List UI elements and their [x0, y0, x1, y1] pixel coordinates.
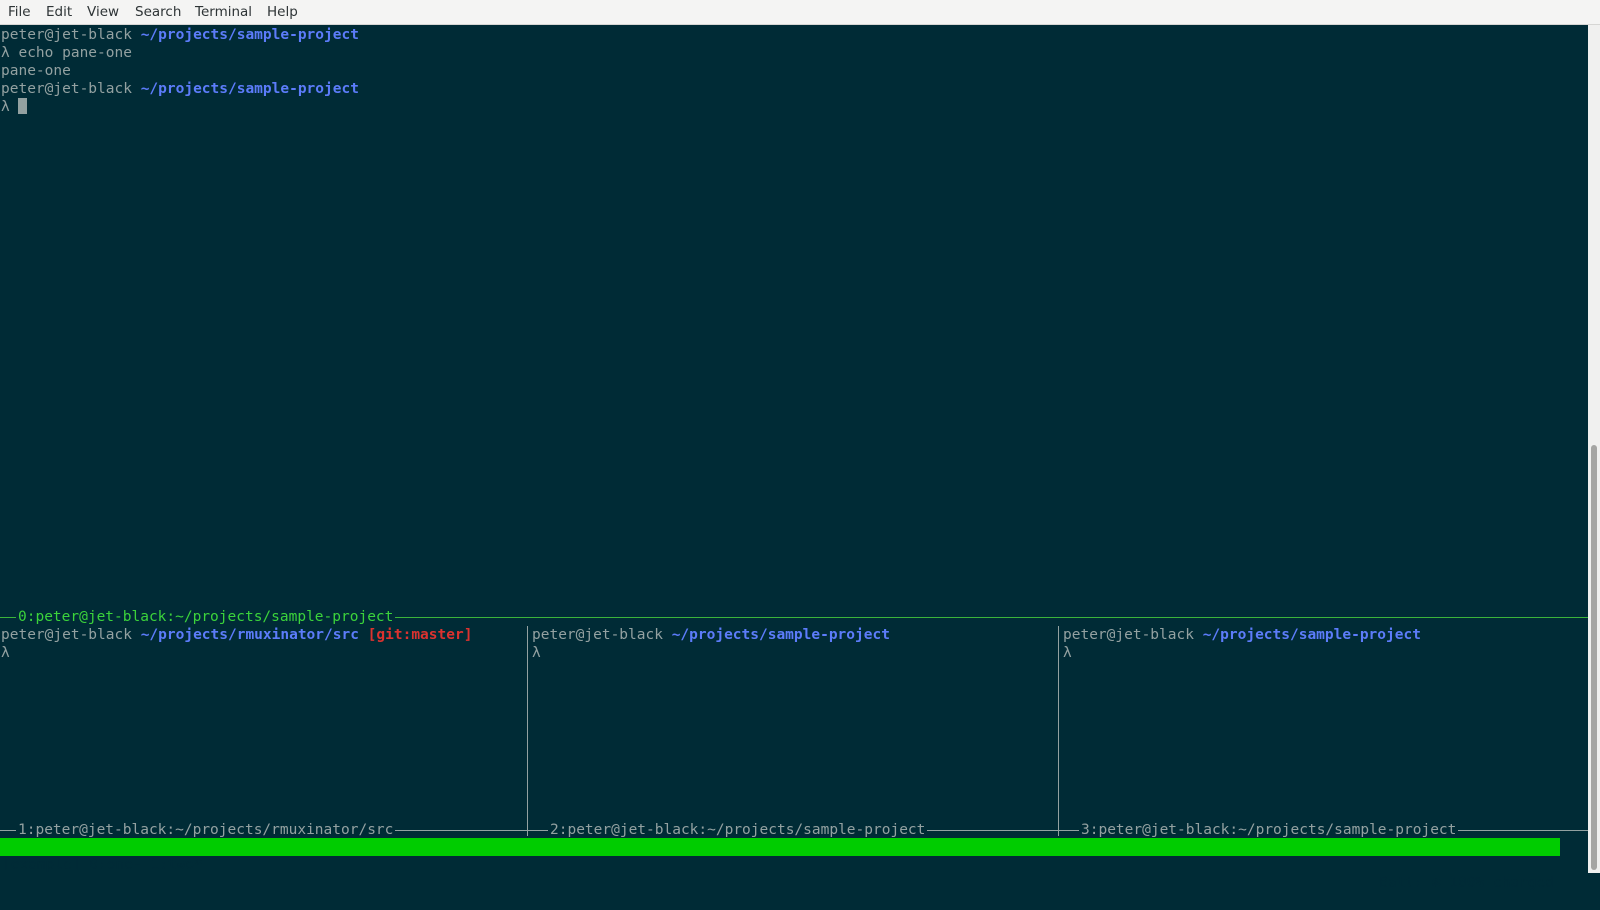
command-line: λ echo pane-one [1, 45, 132, 61]
current-prompt[interactable]: λ [1, 98, 28, 116]
terminal[interactable]: peter@jet-black ~/projects/sample-projec… [0, 25, 1588, 891]
pane-2-prompt: peter@jet-black ~/projects/sample-projec… [532, 626, 890, 644]
text-cursor [18, 98, 28, 114]
prompt-path: ~/projects/rmuxinator/src [140, 627, 359, 643]
prompt-path: ~/projects/sample-project [671, 627, 890, 643]
pane-divider-1[interactable] [527, 626, 528, 836]
pane-1-cursor-line[interactable]: λ [1, 644, 10, 662]
prompt-path: ~/projects/sample-project [140, 81, 359, 97]
tmux-status-bar: [example] 0:one- 1:two* Batt: ✻ 100% cha… [0, 838, 1560, 891]
pane-title-1: 1:peter@jet-black:~/projects/rmuxinator/… [16, 821, 396, 839]
pane-1-prompt: peter@jet-black ~/projects/rmuxinator/sr… [1, 626, 472, 644]
pane-title-3: 3:peter@jet-black:~/projects/sample-proj… [1079, 821, 1459, 839]
scrollbar-thumb[interactable] [1591, 445, 1597, 870]
pane-3-cursor-line[interactable]: λ [1063, 644, 1072, 662]
pane-title-2: 2:peter@jet-black:~/projects/sample-proj… [548, 821, 928, 839]
prompt-symbol: λ [1, 99, 19, 115]
menu-search[interactable]: Search [135, 4, 181, 21]
prompt-user: peter@jet-black [1, 81, 141, 97]
menu-edit[interactable]: Edit [46, 4, 72, 21]
status-windows: [example] 0:one- 1:two* [2, 857, 203, 873]
status-battery: Batt: ✻ 100% charged [1379, 875, 1554, 891]
menu-view[interactable]: View [87, 4, 119, 21]
menu-file[interactable]: File [8, 4, 31, 21]
prompt-user: peter@jet-black [1, 27, 141, 43]
prompt-user: peter@jet-black [532, 627, 672, 643]
pane-2-cursor-line[interactable]: λ [532, 644, 541, 662]
pane-3-prompt: peter@jet-black ~/projects/sample-projec… [1063, 626, 1421, 644]
menu-terminal[interactable]: Terminal [195, 4, 252, 21]
prompt-path: ~/projects/sample-project [1202, 627, 1421, 643]
pane-divider-2[interactable] [1058, 626, 1059, 836]
prompt-user: peter@jet-black [1063, 627, 1203, 643]
prompt-user: peter@jet-black [1, 627, 141, 643]
scrollbar[interactable] [1588, 25, 1600, 873]
menu-help[interactable]: Help [267, 4, 298, 21]
git-branch: [git:master] [358, 627, 473, 643]
command-output: pane-one [1, 63, 71, 79]
prompt-line-2: peter@jet-black ~/projects/sample-projec… [1, 80, 359, 98]
prompt-line-1: peter@jet-black ~/projects/sample-projec… [1, 26, 359, 44]
prompt-path: ~/projects/sample-project [140, 27, 359, 43]
menubar: File Edit View Search Terminal Help [0, 0, 1600, 25]
pane-title-0: 0:peter@jet-black:~/projects/sample-proj… [16, 608, 396, 626]
